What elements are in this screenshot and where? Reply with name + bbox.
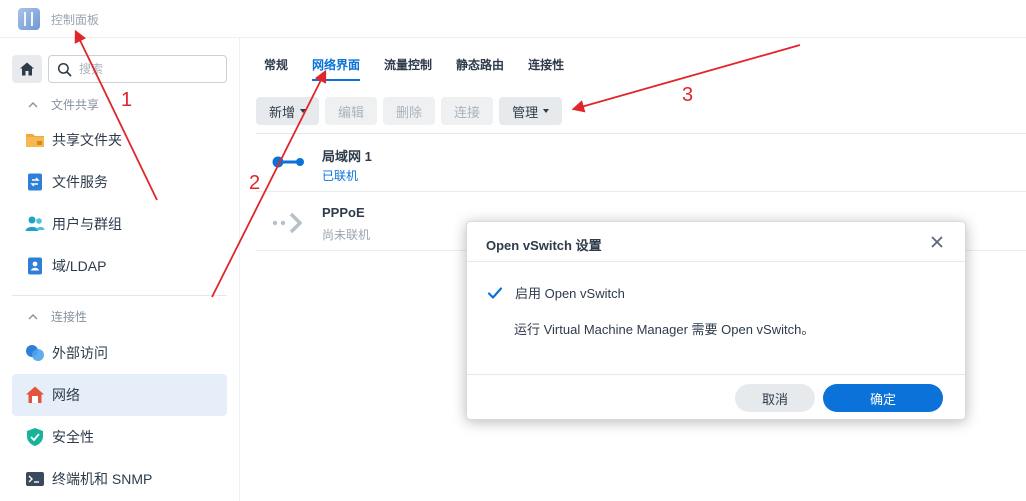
- dialog-footer-divider: [467, 374, 965, 375]
- checkmark-icon: [487, 286, 503, 299]
- file-services-icon: [24, 171, 46, 193]
- toolbar: 新增 编辑 删除 连接 管理: [256, 97, 568, 125]
- interface-status: 已联机: [322, 169, 359, 183]
- sidebar-item-label: 域/LDAP: [52, 258, 107, 274]
- chevron-up-icon: [28, 313, 38, 319]
- ok-button[interactable]: 确定: [823, 384, 943, 412]
- app-title: 控制面板: [51, 13, 100, 27]
- terminal-icon: [24, 468, 46, 490]
- search-icon: [57, 62, 72, 76]
- annotation-number-2: 2: [249, 172, 261, 194]
- pppoe-icon: [272, 212, 302, 234]
- tab-network-interface[interactable]: 网络界面: [304, 50, 368, 81]
- sidebar: 文件共享 共享文件夹 文件服务 用户与群组 域/LDAP 连接性 外部访问: [0, 38, 240, 501]
- lan-icon: [272, 156, 304, 168]
- sidebar-item-file-services[interactable]: 文件服务: [12, 161, 227, 203]
- users-icon: [24, 213, 46, 235]
- home-icon: [20, 62, 34, 76]
- dialog-close-button[interactable]: [927, 232, 947, 252]
- shared-folder-icon: [24, 129, 46, 151]
- section-label: 连接性: [51, 310, 88, 324]
- manage-button[interactable]: 管理: [499, 97, 563, 125]
- enable-ovs-option[interactable]: 启用 Open vSwitch: [487, 283, 625, 302]
- tab-general[interactable]: 常规: [256, 50, 296, 80]
- annotation-number-3: 3: [682, 84, 694, 106]
- interface-row-lan1[interactable]: 局域网 1 已联机: [256, 134, 1026, 192]
- sidebar-item-label: 终端机和 SNMP: [52, 471, 153, 487]
- section-connectivity[interactable]: 连接性: [28, 308, 87, 325]
- caret-down-icon: [300, 109, 307, 113]
- enable-ovs-checkbox[interactable]: [487, 285, 503, 301]
- tab-traffic-control[interactable]: 流量控制: [376, 50, 440, 80]
- sidebar-item-domain-ldap[interactable]: 域/LDAP: [12, 245, 227, 287]
- domain-icon: [24, 255, 46, 277]
- tab-bar: 常规 网络界面 流量控制 静态路由 连接性: [256, 50, 580, 84]
- sidebar-divider: [12, 295, 227, 296]
- shield-icon: [24, 426, 46, 448]
- dialog-title: Open vSwitch 设置: [486, 238, 602, 253]
- add-button[interactable]: 新增: [256, 97, 320, 125]
- connect-button[interactable]: 连接: [441, 97, 494, 125]
- delete-button[interactable]: 删除: [383, 97, 436, 125]
- caret-down-icon: [543, 109, 550, 113]
- checkbox-label: 启用 Open vSwitch: [515, 286, 625, 301]
- network-icon: [24, 384, 46, 406]
- sidebar-item-shared-folder[interactable]: 共享文件夹: [12, 119, 227, 161]
- sidebar-item-users[interactable]: 用户与群组: [12, 203, 227, 245]
- dialog-description: 运行 Virtual Machine Manager 需要 Open vSwit…: [514, 322, 815, 337]
- tab-static-route[interactable]: 静态路由: [448, 50, 512, 80]
- external-access-icon: [24, 342, 46, 364]
- sidebar-item-label: 用户与群组: [52, 216, 122, 232]
- sidebar-item-terminal-snmp[interactable]: 终端机和 SNMP: [12, 458, 227, 500]
- edit-button[interactable]: 编辑: [325, 97, 378, 125]
- interface-status: 尚未联机: [322, 228, 371, 242]
- search-box[interactable]: [48, 55, 227, 83]
- search-input[interactable]: [79, 62, 209, 76]
- annotation-number-1: 1: [121, 89, 133, 111]
- sidebar-item-label: 外部访问: [52, 345, 108, 361]
- interface-name: 局域网 1: [322, 149, 372, 164]
- close-icon: [931, 236, 943, 248]
- manage-button-label: 管理: [512, 104, 539, 120]
- sidebar-item-label: 网络: [52, 387, 80, 403]
- title-bar: 控制面板: [0, 0, 1026, 38]
- sidebar-item-external-access[interactable]: 外部访问: [12, 332, 227, 374]
- sidebar-item-network[interactable]: 网络: [12, 374, 227, 416]
- home-button[interactable]: [12, 55, 42, 83]
- sidebar-item-label: 共享文件夹: [52, 132, 122, 148]
- control-panel-icon: [18, 8, 40, 30]
- section-label: 文件共享: [51, 98, 100, 112]
- sidebar-item-label: 文件服务: [52, 174, 108, 190]
- dialog-header: Open vSwitch 设置: [467, 222, 965, 262]
- tab-connectivity[interactable]: 连接性: [520, 50, 572, 80]
- open-vswitch-dialog: Open vSwitch 设置 启用 Open vSwitch 运行 Virtu…: [466, 221, 966, 420]
- section-file-sharing[interactable]: 文件共享: [28, 96, 99, 113]
- interface-name: PPPoE: [322, 205, 365, 220]
- sidebar-item-label: 安全性: [52, 429, 94, 445]
- chevron-up-icon: [28, 101, 38, 107]
- cancel-button[interactable]: 取消: [735, 384, 815, 412]
- add-button-label: 新增: [269, 104, 296, 120]
- sidebar-item-security[interactable]: 安全性: [12, 416, 227, 458]
